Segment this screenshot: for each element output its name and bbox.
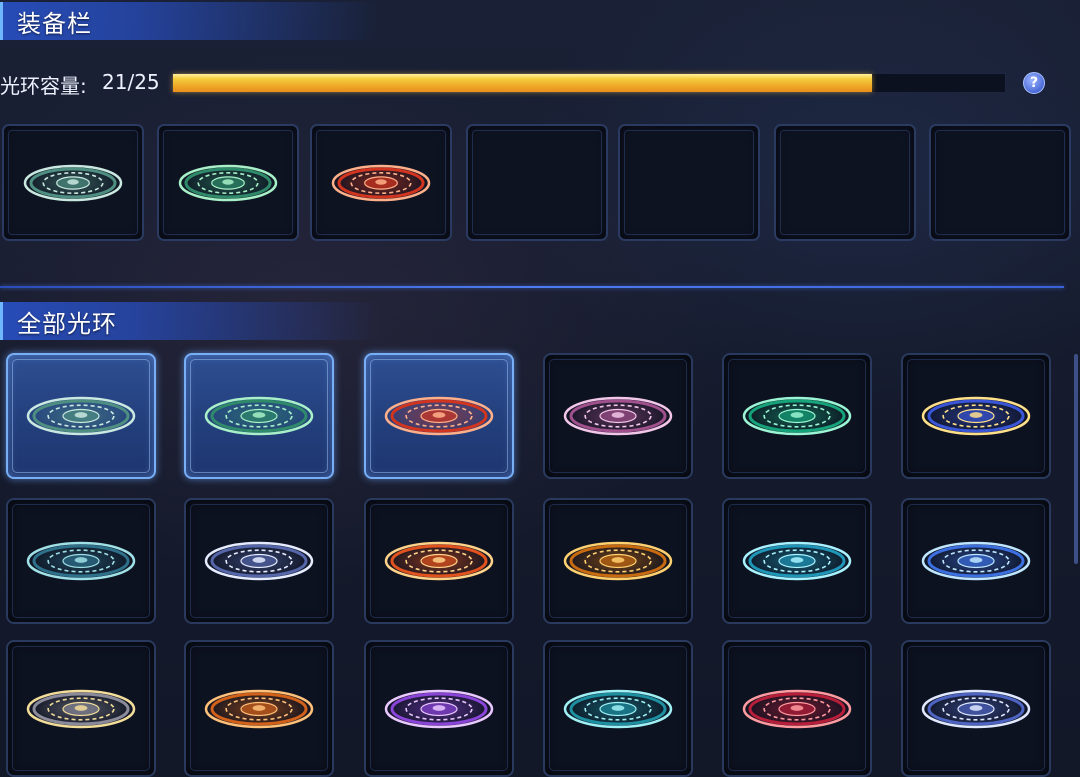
gold-silver-crest-ring-icon (24, 687, 138, 731)
teal-crest-ring-icon (24, 539, 138, 583)
aura-tile[interactable] (722, 353, 872, 479)
aura-tile[interactable] (543, 498, 693, 624)
aqua-wave-ring-icon (561, 687, 675, 731)
silver-teal-ring-icon (21, 162, 125, 204)
yin-yang-ring-icon (202, 539, 316, 583)
jade-cloud-ring-icon (202, 394, 316, 438)
equipped-aura-slot[interactable] (157, 124, 299, 241)
capacity-progress-bar (172, 73, 1006, 93)
empty-aura-slot[interactable] (618, 124, 760, 241)
aura-tile[interactable] (722, 498, 872, 624)
capacity-label: 光环容量: (0, 74, 87, 98)
aura-tile[interactable] (901, 353, 1051, 479)
empty-aura-slot[interactable] (466, 124, 608, 241)
emerald-rune-ring-icon (740, 394, 854, 438)
aura-tile[interactable] (184, 498, 334, 624)
aura-capacity-row: 光环容量: 21/25 ? (0, 68, 1080, 98)
crimson-flame-ring-icon (382, 394, 496, 438)
aura-tile[interactable] (722, 640, 872, 777)
aura-tile[interactable] (6, 353, 156, 479)
azure-dragon-ring-icon (919, 539, 1033, 583)
aura-tile[interactable] (364, 640, 514, 777)
equipped-aura-slot[interactable] (2, 124, 144, 241)
aura-tile[interactable] (543, 640, 693, 777)
aura-grid-scrollbar[interactable] (1074, 354, 1078, 564)
aura-tile[interactable] (6, 498, 156, 624)
orange-phoenix-ring-icon (382, 539, 496, 583)
equip-bar-header: 装备栏 (0, 2, 380, 40)
empty-aura-slot[interactable] (929, 124, 1071, 241)
all-auras-title: 全部光环 (17, 309, 117, 338)
crimson-flame-ring-icon (329, 162, 433, 204)
all-auras-header: 全部光环 (0, 302, 380, 340)
silver-teal-ring-icon (24, 394, 138, 438)
aura-tile[interactable] (184, 640, 334, 777)
equip-bar-title: 装备栏 (17, 9, 92, 38)
violet-star-ring-icon (382, 687, 496, 731)
aura-tile[interactable] (543, 353, 693, 479)
jade-cloud-ring-icon (176, 162, 280, 204)
aura-tile[interactable] (901, 640, 1051, 777)
capacity-value: 21/25 (102, 70, 160, 94)
question-mark-icon[interactable]: ? (1023, 72, 1045, 94)
equipped-aura-slot[interactable] (310, 124, 452, 241)
amber-gear-ring-icon (561, 539, 675, 583)
capacity-progress-fill (173, 74, 872, 92)
cyan-sigil-ring-icon (740, 539, 854, 583)
aura-panel: 装备栏 光环容量: 21/25 ? 全部光环 (0, 0, 1080, 777)
gold-sapphire-ring-icon (919, 394, 1033, 438)
scarlet-lotus-ring-icon (740, 687, 854, 731)
section-divider (0, 286, 1064, 288)
pink-rune-ring-icon (561, 394, 675, 438)
aura-tile[interactable] (364, 353, 514, 479)
orange-ember-ring-icon (202, 687, 316, 731)
silver-blue-ring-icon (919, 687, 1033, 731)
aura-tile[interactable] (184, 353, 334, 479)
aura-tile[interactable] (901, 498, 1051, 624)
aura-tile[interactable] (364, 498, 514, 624)
empty-aura-slot[interactable] (774, 124, 916, 241)
aura-tile[interactable] (6, 640, 156, 777)
